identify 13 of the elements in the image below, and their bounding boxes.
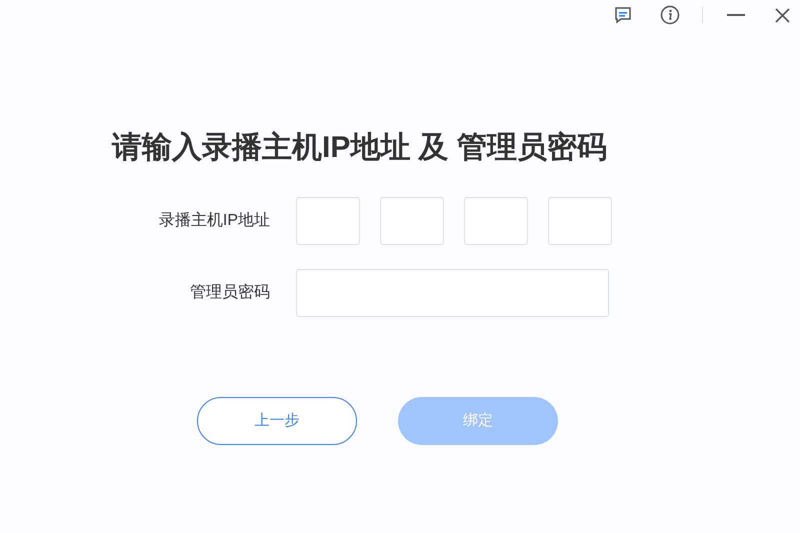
ip-octet-field[interactable] xyxy=(464,197,528,245)
ip-octet-field[interactable] xyxy=(380,197,444,245)
info-icon[interactable] xyxy=(660,5,680,25)
message-icon[interactable] xyxy=(614,6,632,24)
page-title: 请输入录播主机IP地址 及 管理员密码 xyxy=(112,130,608,166)
field-label: 管理员密码 xyxy=(189,282,271,303)
minimize-icon[interactable] xyxy=(727,14,745,16)
field-label: 录播主机IP地址 xyxy=(158,210,271,231)
close-icon[interactable] xyxy=(775,8,790,22)
password-field[interactable] xyxy=(296,269,609,317)
back-button[interactable]: 上一步 xyxy=(197,397,357,445)
ip-octet-field[interactable] xyxy=(296,197,360,245)
ip-octet-field[interactable] xyxy=(548,197,612,245)
